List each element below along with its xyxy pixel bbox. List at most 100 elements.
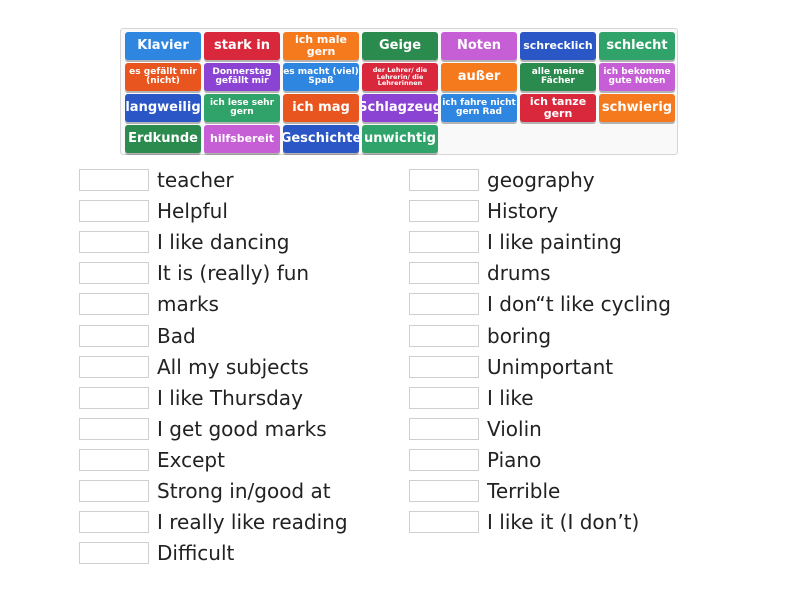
clue-row: Strong in/good at	[79, 479, 331, 503]
clue-row: Unimportant	[409, 355, 613, 379]
clue-label: Except	[157, 447, 225, 472]
word-tile[interactable]: es macht (viel) Spaß	[283, 63, 359, 91]
clue-row: teacher	[79, 168, 234, 192]
answer-drop-box[interactable]	[409, 417, 479, 440]
answer-drop-box[interactable]	[79, 386, 149, 409]
word-tile[interactable]: ich fahre nicht gern Rad	[441, 94, 517, 122]
answer-drop-box[interactable]	[409, 169, 479, 191]
clue-label: Difficult	[157, 541, 235, 566]
clue-row: I like	[409, 386, 534, 410]
clue-row: Helpful	[79, 199, 228, 223]
clue-row: Bad	[79, 324, 196, 348]
answer-drop-box[interactable]	[409, 386, 479, 409]
clue-label: Helpful	[157, 199, 228, 224]
word-tile[interactable]: Erdkunde	[125, 125, 201, 153]
clue-label: I get good marks	[157, 416, 327, 441]
word-tile[interactable]: Geschichte	[283, 125, 359, 153]
word-tile[interactable]: Noten	[441, 32, 517, 60]
answer-drop-box[interactable]	[79, 169, 149, 191]
word-tile[interactable]: ich tanze gern	[520, 94, 596, 122]
clue-row: I like painting	[409, 230, 622, 254]
clue-row: History	[409, 199, 558, 223]
answer-drop-box[interactable]	[79, 448, 149, 471]
clue-row: I like Thursday	[79, 386, 303, 410]
word-tile[interactable]: außer	[441, 63, 517, 91]
clue-label: History	[487, 199, 559, 224]
answer-drop-box[interactable]	[79, 480, 149, 502]
answer-drop-box[interactable]	[409, 480, 479, 502]
answer-drop-box[interactable]	[409, 448, 479, 471]
clue-label: It is (really) fun	[157, 261, 310, 286]
answer-drop-box[interactable]	[79, 293, 149, 316]
word-bank: Klavier stark in ich male gern Geige Noten sc…	[120, 28, 678, 155]
clue-label: geography	[487, 168, 595, 192]
clue-label: marks	[157, 292, 219, 317]
clue-row: boring	[409, 324, 551, 348]
clue-row: I don“t like cycling	[409, 292, 671, 316]
clue-row: marks	[79, 292, 219, 316]
word-tile[interactable]: unwichtig	[362, 125, 438, 153]
clue-label: I don“t like cycling	[487, 292, 671, 317]
clue-label: I like Thursday	[157, 385, 303, 410]
clue-label: I really like reading	[157, 510, 348, 535]
answer-drop-box[interactable]	[79, 542, 149, 565]
clue-label: I like dancing	[157, 230, 290, 255]
clue-label: drums	[487, 261, 551, 286]
clue-row: I like dancing	[79, 230, 289, 254]
word-tile[interactable]: schwierig	[599, 94, 675, 122]
word-tile[interactable]: schrecklich	[520, 32, 596, 60]
answer-drop-box[interactable]	[79, 355, 149, 378]
clue-label: I like painting	[487, 230, 622, 255]
answer-drop-box[interactable]	[79, 417, 149, 440]
answer-drop-box[interactable]	[79, 511, 149, 534]
word-tile[interactable]: Donnerstag gefällt mir	[204, 63, 280, 91]
word-tile[interactable]: Klavier	[125, 32, 201, 60]
word-tile[interactable]: schlecht	[599, 32, 675, 60]
word-tile[interactable]: ich lese sehr gern	[204, 94, 280, 122]
word-tile[interactable]: stark in	[204, 32, 280, 60]
clue-label: boring	[487, 323, 552, 348]
word-tile[interactable]: ich bekomme gute Noten	[599, 63, 675, 91]
clue-label: All my subjects	[157, 354, 309, 379]
clue-row: It is (really) fun	[79, 261, 309, 285]
clue-label: Violin	[487, 416, 542, 441]
word-tile[interactable]: hilfsbereit	[204, 125, 280, 153]
clue-label: Strong in/good at	[157, 479, 331, 503]
clue-label: Piano	[487, 447, 542, 472]
clue-label: Bad	[157, 323, 196, 348]
word-tile[interactable]: Geige	[362, 32, 438, 60]
clue-row: Piano	[409, 448, 541, 472]
answer-drop-box[interactable]	[409, 511, 479, 534]
clue-label: I like it (I don’t)	[487, 510, 640, 535]
answer-drop-box[interactable]	[79, 231, 149, 254]
word-tile[interactable]: langweilig	[125, 94, 201, 122]
clue-row: All my subjects	[79, 355, 309, 379]
clue-label: I like	[487, 385, 534, 410]
clue-row: drums	[409, 261, 551, 285]
word-tile[interactable]: alle meine Fächer	[520, 63, 596, 91]
answer-drop-box[interactable]	[409, 293, 479, 316]
answer-drop-box[interactable]	[409, 355, 479, 378]
answer-drop-box[interactable]	[79, 200, 149, 223]
answer-drop-box[interactable]	[409, 262, 479, 285]
clue-row: Violin	[409, 417, 542, 441]
clue-row: Terrible	[409, 479, 560, 503]
word-tile[interactable]: der Lehrer/ die Lehrerin/ die Lehrerinne…	[362, 63, 438, 91]
clue-row: Except	[79, 448, 225, 472]
clue-label: teacher	[157, 168, 234, 192]
clue-label: Terrible	[487, 479, 561, 503]
clue-row: Difficult	[79, 541, 234, 565]
word-tile[interactable]: Schlagzeug	[362, 94, 438, 122]
answer-drop-box[interactable]	[409, 231, 479, 254]
answer-drop-box[interactable]	[79, 324, 149, 347]
word-tile[interactable]: ich mag	[283, 94, 359, 122]
answer-drop-box[interactable]	[79, 262, 149, 285]
clue-label: Unimportant	[487, 354, 614, 379]
answer-drop-box[interactable]	[409, 324, 479, 347]
clue-row: I get good marks	[79, 417, 327, 441]
clue-row: geography	[409, 168, 595, 192]
answer-drop-box[interactable]	[409, 200, 479, 223]
word-tile[interactable]: ich male gern	[283, 32, 359, 60]
clue-row: I really like reading	[79, 510, 348, 534]
word-tile[interactable]: es gefällt mir (nicht)	[125, 63, 201, 91]
